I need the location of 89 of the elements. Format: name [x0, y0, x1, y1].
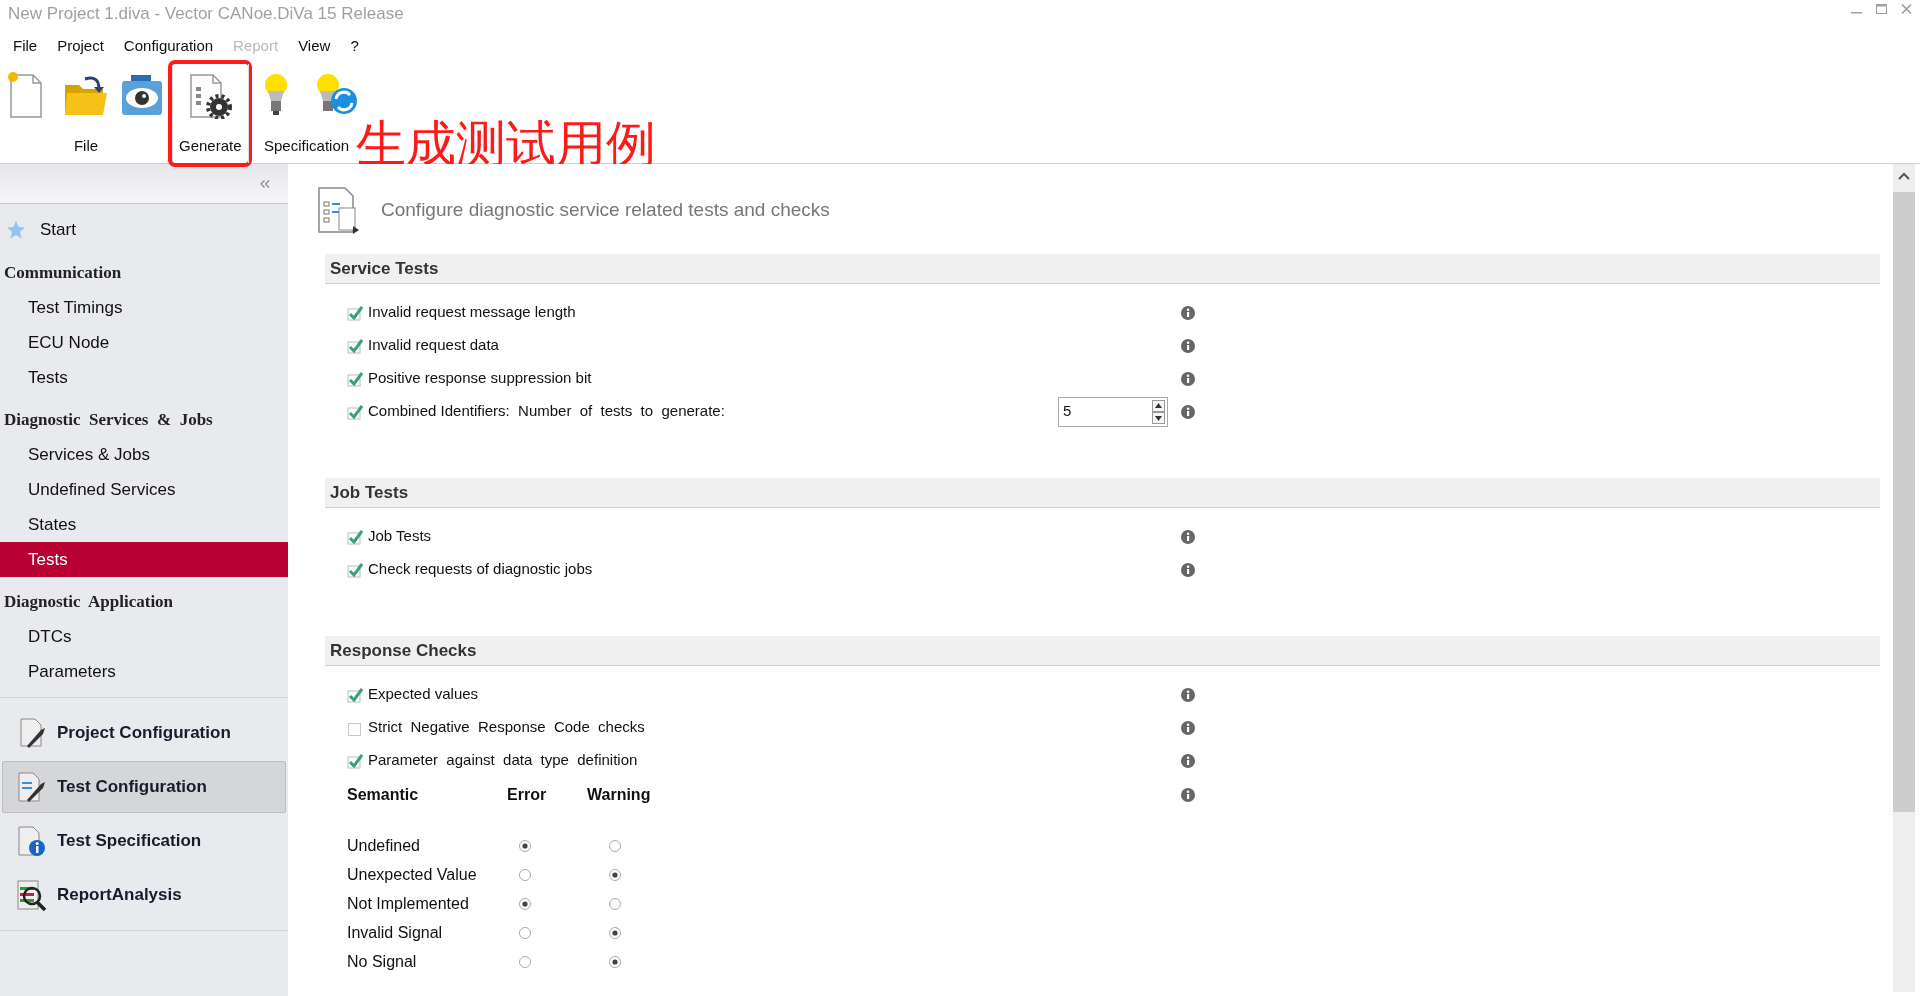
checkbox[interactable] [347, 561, 363, 578]
document-icon [15, 878, 47, 912]
option-label: Check requests of diagnostic jobs [368, 559, 594, 580]
document-gear-icon [187, 71, 234, 119]
sidebar-item[interactable]: Undefined Services [0, 472, 288, 507]
option-label: Combined Identifiers: Number of tests to generate: [368, 401, 726, 422]
menu-item[interactable]: Project [50, 34, 111, 58]
info-icon [1181, 687, 1195, 702]
nav-button[interactable]: Test Specification [2, 815, 286, 867]
info-icon [1181, 562, 1195, 577]
checkbox[interactable] [347, 528, 363, 545]
checkbox[interactable] [347, 403, 363, 420]
sidebar-item[interactable]: Services & Jobs [0, 437, 288, 472]
option-label: Invalid request data [368, 335, 500, 356]
sidebar-item[interactable]: Tests [0, 542, 288, 577]
document-icon [15, 770, 47, 804]
option-label: Parameter against data type definition [368, 750, 639, 771]
option-label: Job Tests [368, 526, 433, 547]
spin-arrows-icon [1152, 399, 1165, 424]
sidebar-item[interactable]: States [0, 507, 288, 542]
column-header: Error [507, 785, 548, 805]
group-header: Service Tests [325, 254, 1880, 284]
group-header: Response Checks [325, 636, 1880, 666]
collapse-icon[interactable] [260, 179, 270, 188]
column-header: Warning [587, 785, 652, 805]
sidebar-item[interactable]: Test Timings [0, 290, 288, 325]
start-link[interactable]: Start [40, 217, 76, 243]
menu-item[interactable]: View [291, 34, 338, 58]
row-label: Unexpected Value [347, 864, 478, 885]
menu-item[interactable]: File [6, 34, 45, 58]
radio-button[interactable] [609, 839, 621, 852]
checkbox[interactable] [347, 304, 363, 321]
scroll-up-icon[interactable] [1898, 172, 1910, 180]
radio-button[interactable] [519, 897, 531, 910]
row-label: Invalid Signal [347, 922, 444, 943]
page-heading: Configure diagnostic service related tests and checks [381, 197, 830, 222]
scrollbar[interactable] [1893, 164, 1915, 992]
info-icon [1181, 788, 1195, 802]
info-icon [1181, 404, 1195, 419]
option-label: Positive response suppression bit [368, 368, 593, 389]
checkbox[interactable] [347, 686, 363, 703]
option-label: Expected values [368, 684, 480, 705]
checkbox[interactable] [347, 752, 363, 769]
info-icon [1181, 720, 1195, 735]
option-label: Invalid request message length [368, 302, 577, 323]
row-label: Not Implemented [347, 893, 470, 914]
radio-button[interactable] [519, 839, 531, 852]
nav-button[interactable]: ReportAnalysis [2, 869, 286, 921]
info-icon [1181, 371, 1195, 386]
group-header: Job Tests [325, 478, 1880, 508]
radio-button[interactable] [609, 868, 621, 881]
row-label: No Signal [347, 951, 418, 972]
column-header: Semantic [347, 785, 420, 805]
nav-button[interactable]: Project Configuration [2, 707, 286, 759]
toolbar-group-label: Specification [264, 135, 350, 156]
radio-button[interactable] [519, 926, 531, 939]
radio-button[interactable] [609, 955, 621, 968]
radio-button[interactable] [609, 897, 621, 910]
document-icon [15, 824, 47, 858]
info-icon [1181, 338, 1195, 353]
section-heading: Diagnostic Services & Jobs [3, 409, 214, 432]
menu-item[interactable]: ? [343, 34, 366, 58]
checkbox[interactable] [347, 370, 363, 387]
radio-button[interactable] [519, 868, 531, 881]
section-heading: Communication [3, 262, 123, 285]
sidebar-item[interactable]: Tests [0, 360, 288, 395]
info-icon [1181, 305, 1195, 320]
document-icon [317, 186, 361, 234]
checkbox[interactable] [347, 337, 363, 354]
spinner-field[interactable]: 5 [1058, 396, 1168, 427]
radio-button[interactable] [609, 926, 621, 939]
option-label: Strict Negative Response Code checks [368, 717, 646, 738]
info-icon [1181, 529, 1195, 544]
sidebar-item[interactable]: DTCs [0, 619, 288, 654]
sidebar-item[interactable]: ECU Node [0, 325, 288, 360]
menu-item[interactable]: Configuration [116, 34, 221, 58]
info-icon [1181, 753, 1195, 768]
close-icon[interactable] [1901, 4, 1912, 14]
star-icon [6, 220, 26, 240]
scrollbar-thumb[interactable] [1893, 192, 1915, 812]
radio-button[interactable] [519, 955, 531, 968]
maximize-icon[interactable] [1876, 4, 1887, 14]
toolbar-group-label: File [73, 135, 99, 156]
nav-button[interactable]: Test Configuration [2, 761, 286, 813]
section-heading: Diagnostic Application [3, 591, 175, 614]
toolbar-group-label: Generate [179, 135, 242, 156]
sidebar-item[interactable]: Parameters [0, 654, 288, 689]
window-title: New Project 1.diva - Vector CANoe.DiVa 15 Release [8, 3, 404, 26]
row-label: Undefined [347, 835, 421, 856]
